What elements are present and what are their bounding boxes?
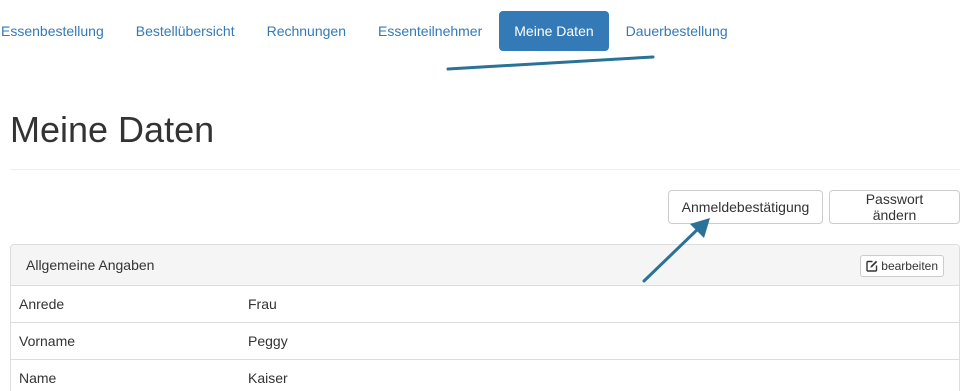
table-row: Vorname Peggy: [11, 323, 959, 360]
edit-square-icon: [866, 260, 878, 272]
title-divider: [10, 169, 960, 170]
table-row: Anrede Frau: [11, 286, 959, 323]
row-label: Vorname: [19, 333, 76, 349]
row-value: Kaiser: [248, 370, 288, 386]
change-password-button[interactable]: Passwort ändern: [829, 190, 960, 224]
edit-button-label: bearbeiten: [881, 259, 938, 273]
panel-title: Allgemeine Angaben: [26, 257, 155, 273]
nav-dauerbestellung[interactable]: Dauerbestellung: [611, 11, 743, 51]
table-row: Name Kaiser: [11, 360, 959, 391]
row-value: Peggy: [248, 333, 288, 349]
page-title: Meine Daten: [10, 109, 215, 150]
underline-annotation: [446, 55, 655, 71]
nav-meine-daten[interactable]: Meine Daten: [499, 11, 609, 51]
edit-button[interactable]: bearbeiten: [860, 255, 944, 277]
panel-heading: Allgemeine Angaben bearbeiten: [11, 245, 959, 286]
row-value: Frau: [248, 296, 277, 312]
nav-bestelluebersicht[interactable]: Bestellübersicht: [121, 11, 250, 51]
nav-rechnungen[interactable]: Rechnungen: [252, 11, 361, 51]
main-nav: Essenbestellung Bestellübersicht Rechnun…: [0, 11, 745, 51]
page: Essenbestellung Bestellübersicht Rechnun…: [0, 0, 971, 391]
registration-confirmation-button[interactable]: Anmeldebestätigung: [668, 190, 823, 224]
row-label: Name: [19, 370, 57, 386]
general-info-panel: Allgemeine Angaben bearbeiten Anrede Fra…: [10, 244, 960, 391]
row-label: Anrede: [19, 296, 65, 312]
nav-essenbestellung[interactable]: Essenbestellung: [0, 11, 119, 51]
nav-essenteilnehmer[interactable]: Essenteilnehmer: [363, 11, 497, 51]
